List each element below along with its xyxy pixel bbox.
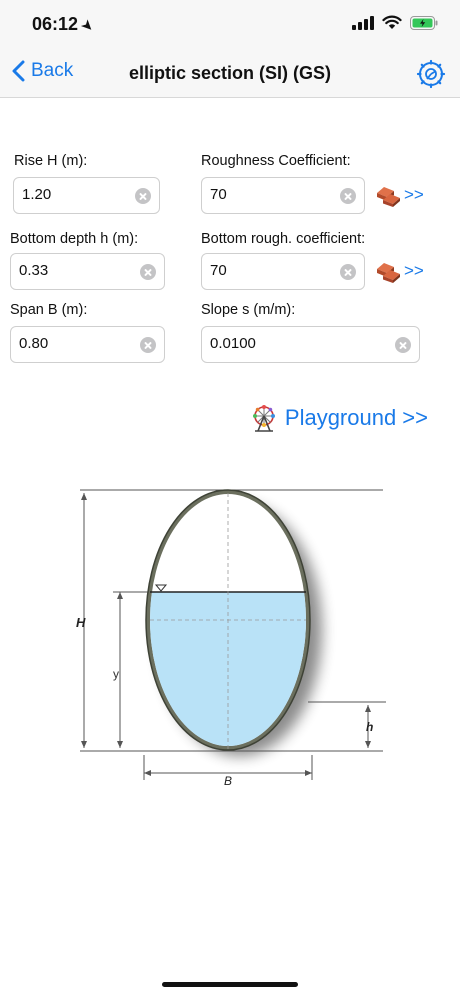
roughness-label: Roughness Coefficient: [201,153,351,169]
settings-button[interactable] [416,59,446,89]
location-arrow-icon: ➤ [78,16,98,35]
status-time-text: 06:12 [32,14,79,34]
bottom-depth-field[interactable] [10,253,165,290]
clear-icon[interactable] [140,264,156,280]
status-bar: 06:12➤ [0,0,460,50]
rise-input[interactable] [22,186,123,203]
rise-label: Rise H (m): [14,153,88,169]
label-B: B [224,774,232,788]
battery-icon [410,15,438,30]
span-label: Span B (m): [10,302,88,318]
clear-icon[interactable] [135,188,151,204]
clear-icon[interactable] [340,264,356,280]
roughness-picker-button[interactable]: >> [374,183,424,207]
label-H: H [76,615,86,630]
roughness-picker-label: >> [404,185,424,204]
slope-label: Slope s (m/m): [201,302,296,318]
bottom-roughness-input[interactable] [210,262,328,279]
span-input[interactable] [19,335,128,352]
status-time: 06:12➤ [32,14,97,35]
bottom-depth-label: Bottom depth h (m): [10,231,139,247]
playground-link[interactable]: Playground >> [251,404,428,432]
gear-icon [416,59,446,89]
ferris-wheel-icon [252,405,275,432]
bottom-roughness-picker-button[interactable]: >> [374,259,424,283]
label-h: h [366,720,373,734]
slope-input[interactable] [210,335,383,352]
label-y: y [113,667,119,681]
bottom-roughness-picker-label: >> [404,261,424,280]
rise-field[interactable] [13,177,160,214]
clear-icon[interactable] [140,337,156,353]
bottom-depth-input[interactable] [19,262,128,279]
bottom-roughness-label: Bottom rough. coefficient: [201,231,366,247]
span-field[interactable] [10,326,165,363]
roughness-input[interactable] [210,186,328,203]
cellular-signal-icon [352,15,374,30]
bricks-icon [377,187,400,207]
section-drawing: H y h B [76,489,386,788]
wifi-icon [382,15,402,30]
elliptic-section-diagram: H y h B [68,485,388,791]
chevron-left-icon [12,60,25,82]
back-button-label: Back [31,60,74,81]
status-icons [352,15,438,30]
home-indicator[interactable] [162,982,298,987]
bricks-icon [377,263,400,283]
clear-icon[interactable] [395,337,411,353]
bottom-roughness-field[interactable] [201,253,365,290]
navigation-bar: Back elliptic section (SI) (GS) [0,50,460,98]
playground-label: Playground >> [284,405,428,430]
back-button[interactable]: Back [12,60,73,82]
clear-icon[interactable] [340,188,356,204]
roughness-field[interactable] [201,177,365,214]
slope-field[interactable] [201,326,420,363]
